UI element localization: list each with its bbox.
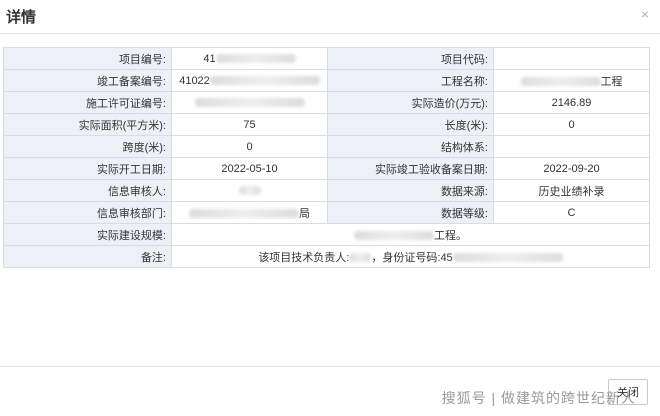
table-row: 跨度(米): 0 结构体系: bbox=[3, 135, 650, 158]
construction-permit-number-value bbox=[171, 91, 328, 114]
actual-start-date-label: 实际开工日期: bbox=[3, 157, 172, 180]
length-value: 0 bbox=[493, 113, 650, 136]
actual-start-date-value: 2022-05-10 bbox=[171, 157, 328, 180]
actual-cost-label: 实际造价(万元): bbox=[327, 91, 494, 114]
structure-system-label: 结构体系: bbox=[327, 135, 494, 158]
construction-scale-value: 工程。 bbox=[171, 223, 650, 246]
dialog-header: 详情 × bbox=[0, 0, 660, 34]
data-source-label: 数据来源: bbox=[327, 179, 494, 202]
table-row: 备注: 该项目技术负责人: ，身份证号码:45 bbox=[3, 245, 650, 268]
redacted-blur bbox=[215, 54, 296, 64]
completion-record-number-value: 41022 bbox=[171, 69, 328, 92]
close-icon[interactable]: × bbox=[641, 6, 649, 22]
redacted-blur bbox=[349, 253, 372, 263]
length-label: 长度(米): bbox=[327, 113, 494, 136]
table-row: 项目编号: 41 项目代码: bbox=[3, 47, 650, 70]
project-code-label: 项目代码: bbox=[327, 47, 494, 70]
data-source-value: 历史业绩补录 bbox=[493, 179, 650, 202]
detail-table: 项目编号: 41 项目代码: 竣工备案编号: 41022 工程名称: 工程 施工… bbox=[3, 47, 650, 268]
structure-system-value bbox=[493, 135, 650, 158]
project-name-label: 工程名称: bbox=[327, 69, 494, 92]
redacted-blur bbox=[194, 98, 305, 108]
table-row: 信息审核部门: 局 数据等级: C bbox=[3, 201, 650, 224]
redacted-blur bbox=[354, 231, 434, 241]
construction-scale-label: 实际建设规模: bbox=[3, 223, 172, 246]
info-review-department-label: 信息审核部门: bbox=[3, 201, 172, 224]
actual-area-value: 75 bbox=[171, 113, 328, 136]
completion-acceptance-date-value: 2022-09-20 bbox=[493, 157, 650, 180]
redacted-blur bbox=[209, 76, 320, 86]
dialog-title: 详情 bbox=[6, 9, 37, 26]
info-review-department-value: 局 bbox=[171, 201, 328, 224]
actual-cost-value: 2146.89 bbox=[493, 91, 650, 114]
redacted-blur bbox=[452, 253, 563, 263]
data-grade-label: 数据等级: bbox=[327, 201, 494, 224]
table-row: 信息审核人: 数据来源: 历史业绩补录 bbox=[3, 179, 650, 202]
span-label: 跨度(米): bbox=[3, 135, 172, 158]
completion-record-number-label: 竣工备案编号: bbox=[3, 69, 172, 92]
project-name-value: 工程 bbox=[493, 69, 650, 92]
data-grade-value: C bbox=[493, 201, 650, 224]
remark-label: 备注: bbox=[3, 245, 172, 268]
project-number-label: 项目编号: bbox=[3, 47, 172, 70]
completion-acceptance-date-label: 实际竣工验收备案日期: bbox=[327, 157, 494, 180]
table-row: 实际开工日期: 2022-05-10 实际竣工验收备案日期: 2022-09-2… bbox=[3, 157, 650, 180]
construction-permit-number-label: 施工许可证编号: bbox=[3, 91, 172, 114]
info-reviewer-label: 信息审核人: bbox=[3, 179, 172, 202]
redacted-blur bbox=[189, 209, 299, 219]
table-row: 竣工备案编号: 41022 工程名称: 工程 bbox=[3, 69, 650, 92]
redacted-blur bbox=[238, 186, 261, 196]
actual-area-label: 实际面积(平方米): bbox=[3, 113, 172, 136]
span-value: 0 bbox=[171, 135, 328, 158]
project-code-value bbox=[493, 47, 650, 70]
table-row: 实际面积(平方米): 75 长度(米): 0 bbox=[3, 113, 650, 136]
project-number-value: 41 bbox=[171, 47, 328, 70]
redacted-blur bbox=[520, 77, 601, 87]
info-reviewer-value bbox=[171, 179, 328, 202]
watermark: 搜狐号 | 做建筑的跨世纪新人 bbox=[441, 390, 636, 406]
table-row: 实际建设规模: 工程。 bbox=[3, 223, 650, 246]
table-row: 施工许可证编号: 实际造价(万元): 2146.89 bbox=[3, 91, 650, 114]
remark-value: 该项目技术负责人: ，身份证号码:45 bbox=[171, 245, 650, 268]
